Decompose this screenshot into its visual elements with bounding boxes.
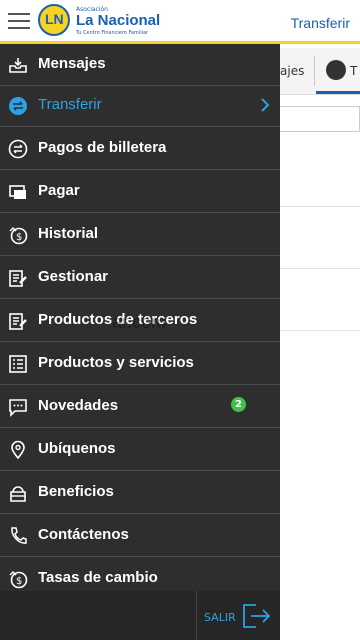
manage-icon (9, 270, 27, 287)
notification-badge: 2 (231, 397, 246, 412)
logo-name: La Nacional (76, 12, 161, 29)
logo-tagline: Tu Centro Financiero Familiar (76, 30, 149, 36)
background-tabs: ajes T (280, 48, 360, 95)
menu-item-label: Tasas de cambio (38, 569, 158, 586)
menu-item-label: Mensajes (38, 55, 106, 72)
menu-item-ubiquenos[interactable]: Ubíquenos (0, 429, 280, 471)
active-tab-indicator (316, 91, 360, 94)
svg-text:$: $ (16, 576, 22, 587)
transfer-icon (9, 97, 27, 115)
menu-item-label: Historial (38, 225, 99, 242)
drawer-footer: SALIR (0, 591, 280, 640)
divider (280, 206, 360, 207)
tab-divider (314, 56, 315, 86)
tab-messages[interactable]: ajes (280, 64, 304, 78)
menu-item-label: Pagar (38, 182, 80, 199)
divider (280, 268, 360, 269)
menu-item-label: Beneficios (38, 483, 114, 500)
page-title: Transferir (290, 15, 350, 31)
history-icon: $ (9, 227, 28, 245)
menu-item-productos-y-servicios[interactable]: Productos y servicios (0, 343, 280, 385)
menu-item-label: Gestionar (38, 268, 109, 285)
menu-item-pagos-de-billetera[interactable]: Pagos de billetera (0, 128, 280, 170)
app-header: LN Asociación La Nacional Tu Centro Fina… (0, 0, 360, 44)
logo-mark: LN (38, 4, 70, 36)
menu-item-label: Productos y servicios (38, 354, 194, 371)
menu-item-beneficios[interactable]: Beneficios (0, 472, 280, 514)
hamburger-menu-icon[interactable] (8, 13, 30, 29)
menu-item-contactenos[interactable]: Contáctenos (0, 515, 280, 557)
menu-item-novedades[interactable]: Novedades 2 (0, 386, 280, 428)
menu-item-label: Contáctenos (38, 526, 129, 543)
tab-transfer[interactable]: T (350, 64, 357, 78)
wallet-exchange-icon (8, 139, 28, 159)
exchange-rate-icon: $ (9, 571, 28, 589)
products-icon (9, 355, 27, 373)
chevron-right-icon (261, 98, 270, 112)
logout-icon[interactable] (242, 603, 272, 629)
transfer-tab-icon[interactable] (326, 60, 346, 80)
background-input[interactable] (280, 106, 360, 132)
footer-divider (196, 591, 197, 640)
menu-item-transferir[interactable]: Transferir (0, 85, 280, 127)
menu-item-label: Novedades (38, 397, 119, 414)
third-party-icon (9, 313, 27, 330)
menu-item-mensajes[interactable]: Mensajes (0, 44, 280, 86)
pay-icon (9, 185, 26, 199)
menu-item-label: Ubíquenos (38, 440, 116, 457)
benefits-icon (10, 486, 26, 502)
watermark: ar.com (112, 312, 167, 332)
menu-item-label: Pagos de billetera (38, 139, 167, 156)
menu-item-historial[interactable]: $ Historial (0, 214, 280, 256)
navigation-drawer: Mensajes Transferir Pagos de billetera P… (0, 44, 280, 640)
logout-label[interactable]: SALIR (204, 611, 236, 624)
divider (280, 330, 360, 331)
location-icon (11, 440, 25, 460)
chat-icon (9, 399, 27, 417)
inbox-icon (9, 58, 27, 73)
menu-item-pagar[interactable]: Pagar (0, 171, 280, 213)
menu-item-label: Transferir (38, 96, 102, 113)
svg-text:$: $ (16, 232, 22, 243)
phone-icon (11, 527, 27, 544)
menu-item-gestionar[interactable]: Gestionar (0, 257, 280, 299)
logo: LN Asociación La Nacional Tu Centro Fina… (38, 4, 168, 38)
